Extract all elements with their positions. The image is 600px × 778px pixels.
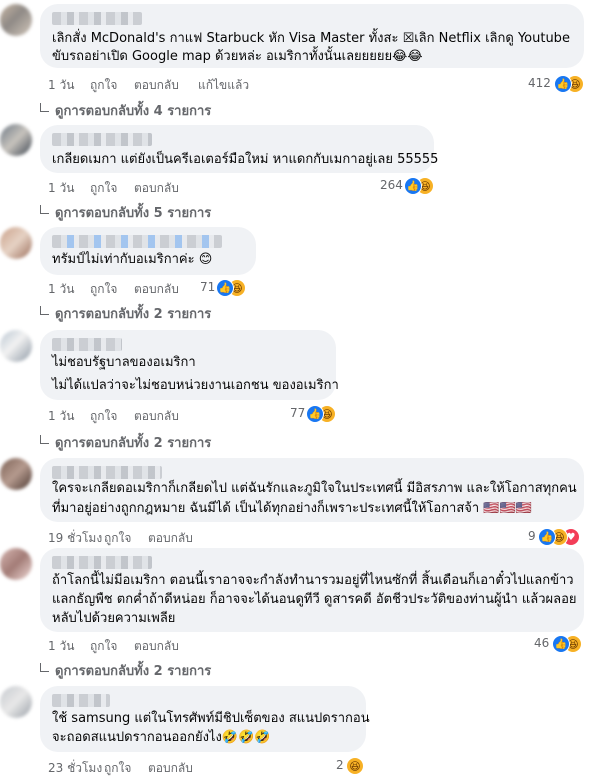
comment-actions: 1 วัน ถูกใจ ตอบกลับ แก้ไขแล้ว: [48, 76, 588, 92]
author-name-redacted[interactable]: [52, 338, 122, 351]
like-button[interactable]: ถูกใจ: [90, 637, 117, 656]
view-replies-link[interactable]: ดูการตอบกลับทั้ง 4 รายการ: [40, 100, 211, 121]
comment-actions: 1 วัน ถูกใจ ตอบกลับ: [48, 637, 348, 653]
reaction-summary[interactable]: 9 ♥ 😆 👍: [528, 528, 588, 546]
reply-arrow-icon: [40, 435, 49, 444]
reaction-summary[interactable]: 46 😆 👍: [534, 635, 584, 653]
comment-text: ขับรถอย่าเปิด Google map ด้วยหล่ะ อเมริก…: [52, 49, 423, 64]
comment-text: ที่มาอยู่อย่างถูกกฎหมาย ฉันมีได้ เป็นได้…: [52, 501, 532, 516]
avatar[interactable]: [0, 4, 32, 36]
view-replies-label: ดูการตอบกลับทั้ง 5 รายการ: [55, 206, 212, 221]
like-thumb-icon: 👍: [552, 635, 570, 653]
comment-text: ใครจะเกลียดอเมริกาก็เกลียดไป แต่ฉันรักแล…: [52, 481, 577, 496]
reply-arrow-icon: [40, 663, 49, 672]
timestamp[interactable]: 23 ชั่วโมง: [48, 759, 102, 778]
comment-text: ทรัมป์ไม่เท่ากับอเมริกาค่ะ 😊: [52, 252, 213, 267]
timestamp[interactable]: 19 ชั่วโมง: [48, 529, 102, 548]
comment-actions: 19 ชั่วโมง ถูกใจ ตอบกลับ: [48, 529, 348, 545]
comment-actions: 23 ชั่วโมง ถูกใจ ตอบกลับ: [48, 759, 348, 775]
timestamp[interactable]: 1 วัน: [48, 407, 74, 426]
like-button[interactable]: ถูกใจ: [90, 76, 117, 95]
reaction-summary[interactable]: 412 😆 👍: [528, 75, 588, 93]
view-replies-link[interactable]: ดูการตอบกลับทั้ง 2 รายการ: [40, 660, 211, 681]
comment-text: เกลียดเมกา แต่ยังเป็นครีเอเตอร์มือใหม่ ห…: [52, 152, 439, 167]
reaction-count: 9: [528, 529, 536, 543]
reply-button[interactable]: ตอบกลับ: [134, 179, 179, 198]
reply-arrow-icon: [40, 103, 49, 112]
avatar[interactable]: [0, 227, 32, 259]
view-replies-label: ดูการตอบกลับทั้ง 2 รายการ: [55, 436, 212, 451]
haha-face-icon: 😆: [346, 757, 364, 775]
comment-bubble: เลิกสั่ง McDonald's กาแฟ Starbuck หัก Vi…: [40, 4, 584, 68]
reply-button[interactable]: ตอบกลับ: [148, 529, 193, 548]
edited-label[interactable]: แก้ไขแล้ว: [198, 76, 249, 95]
author-name-redacted[interactable]: [52, 133, 152, 146]
view-replies-link[interactable]: ดูการตอบกลับทั้ง 2 รายการ: [40, 432, 211, 453]
reaction-count: 2: [336, 758, 344, 772]
reaction-count: 412: [528, 76, 551, 90]
reply-button[interactable]: ตอบกลับ: [134, 637, 179, 656]
comment-actions: 1 วัน ถูกใจ ตอบกลับ: [48, 407, 248, 423]
comment-text: จะถอดสแนปดรากอนออกยังไง🤣🤣🤣: [52, 730, 271, 745]
avatar[interactable]: [0, 124, 32, 156]
comment-text: หลับไปด้วยความเพลีย: [52, 611, 176, 626]
comment-bubble: ใครจะเกลียดอเมริกาก็เกลียดไป แต่ฉันรักแล…: [40, 458, 584, 522]
reaction-summary[interactable]: 264 😆 👍: [380, 177, 440, 195]
comment-bubble: ไม่ชอบรัฐบาลของอเมริกา ไม่ได้แปลว่าจะไม่…: [40, 330, 339, 400]
reaction-count: 71: [200, 280, 216, 294]
reply-arrow-icon: [40, 306, 49, 315]
like-thumb-icon: 👍: [404, 177, 422, 195]
author-name-redacted[interactable]: [52, 694, 110, 707]
reply-button[interactable]: ตอบกลับ: [134, 76, 179, 95]
reply-arrow-icon: [40, 205, 49, 214]
reaction-count: 77: [290, 406, 306, 420]
avatar[interactable]: [0, 330, 32, 362]
reaction-count: 46: [534, 636, 550, 650]
avatar[interactable]: [0, 686, 32, 718]
comment-bubble: ถ้าโลกนี้ไม่มีอเมริกา ตอนนี้เราอาจจะกำลั…: [40, 548, 584, 632]
reaction-summary[interactable]: 77 😆 👍: [290, 405, 340, 423]
like-thumb-icon: 👍: [306, 405, 324, 423]
comment-bubble: ทรัมป์ไม่เท่ากับอเมริกาค่ะ 😊: [40, 227, 256, 275]
reaction-count: 264: [380, 178, 403, 192]
avatar[interactable]: [0, 548, 32, 580]
reply-button[interactable]: ตอบกลับ: [148, 759, 193, 778]
view-replies-link[interactable]: ดูการตอบกลับทั้ง 2 รายการ: [40, 303, 211, 324]
like-thumb-icon: 👍: [554, 75, 572, 93]
avatar[interactable]: [0, 458, 32, 490]
author-name-redacted[interactable]: [52, 556, 152, 569]
timestamp[interactable]: 1 วัน: [48, 179, 74, 198]
comment-bubble: เกลียดเมกา แต่ยังเป็นครีเอเตอร์มือใหม่ ห…: [40, 125, 438, 173]
timestamp[interactable]: 1 วัน: [48, 637, 74, 656]
like-button[interactable]: ถูกใจ: [104, 759, 131, 778]
view-replies-label: ดูการตอบกลับทั้ง 2 รายการ: [55, 307, 212, 322]
like-button[interactable]: ถูกใจ: [104, 529, 131, 548]
like-thumb-icon: 👍: [216, 279, 234, 297]
timestamp[interactable]: 1 วัน: [48, 76, 74, 95]
like-thumb-icon: 👍: [538, 528, 556, 546]
comment-text: ไม่ได้แปลว่าจะไม่ชอบหน่วยงานเอกชน ของอเม…: [52, 378, 339, 393]
comment-actions: 1 วัน ถูกใจ ตอบกลับ: [48, 179, 348, 195]
reaction-summary[interactable]: 71 😆 👍: [200, 279, 250, 297]
comment-text: ไม่ชอบรัฐบาลของอเมริกา: [52, 355, 196, 370]
like-button[interactable]: ถูกใจ: [90, 280, 117, 299]
author-name-redacted[interactable]: [52, 235, 222, 248]
author-name-redacted[interactable]: [52, 12, 142, 25]
view-replies-link[interactable]: ดูการตอบกลับทั้ง 5 รายการ: [40, 202, 211, 223]
view-replies-label: ดูการตอบกลับทั้ง 4 รายการ: [55, 104, 212, 119]
reply-button[interactable]: ตอบกลับ: [134, 280, 179, 299]
reaction-summary[interactable]: 2 😆: [336, 757, 376, 775]
like-button[interactable]: ถูกใจ: [90, 179, 117, 198]
reply-button[interactable]: ตอบกลับ: [134, 407, 179, 426]
comment-bubble: ใช้ samsung แต่ในโทรศัพท์มีชิปเซ็ตของ สแ…: [40, 686, 370, 752]
like-button[interactable]: ถูกใจ: [90, 407, 117, 426]
timestamp[interactable]: 1 วัน: [48, 280, 74, 299]
view-replies-label: ดูการตอบกลับทั้ง 2 รายการ: [55, 664, 212, 679]
